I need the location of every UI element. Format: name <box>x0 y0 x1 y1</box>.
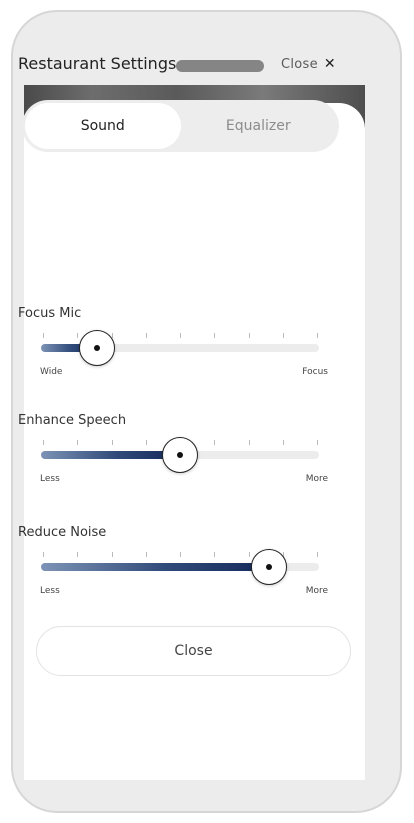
phone-speaker <box>176 60 264 72</box>
slider-max-label: Focus <box>302 367 328 377</box>
mode-segmented-control: Sound Equalizer <box>22 100 339 152</box>
slider-tick <box>111 552 113 557</box>
slider-tick <box>180 333 181 338</box>
slider-tick <box>145 333 147 338</box>
slider-label: Reduce Noise <box>18 525 107 540</box>
slider-tick <box>214 552 216 557</box>
slider-tick <box>43 552 44 557</box>
slider-thumb-dot <box>177 452 183 458</box>
slider-max-label: More <box>305 586 328 596</box>
slider-fill <box>41 563 269 571</box>
slider-tick <box>77 552 79 557</box>
slider-tick <box>214 333 216 338</box>
slider-tick <box>317 440 318 445</box>
slider-thumb-dot <box>265 564 272 570</box>
slider-tick <box>214 440 216 445</box>
slider-tick <box>317 552 318 557</box>
slider-tick <box>111 440 113 445</box>
slider-min-label: Less <box>40 586 60 596</box>
slider-thumb-dot <box>93 345 100 351</box>
slider-max-label: More <box>305 474 328 484</box>
slider-tick <box>282 440 284 445</box>
close-top-button[interactable]: Close ✕ <box>281 56 336 72</box>
slider-thumb[interactable] <box>250 549 287 585</box>
slider-tick <box>145 440 147 445</box>
slider-tick <box>43 333 44 338</box>
tab-equalizer[interactable]: Equalizer <box>181 103 337 149</box>
slider-thumb[interactable] <box>78 330 115 366</box>
slider-enhance-speech: Enhance Speech Less More <box>18 413 328 513</box>
slider-tick <box>43 440 44 445</box>
slider-tick <box>282 333 284 338</box>
slider-reduce-noise: Reduce Noise Less More <box>18 525 328 625</box>
close-icon: ✕ <box>323 56 336 72</box>
slider-tick <box>317 333 318 338</box>
slider-thumb[interactable] <box>162 437 198 473</box>
slider-min-label: Less <box>40 474 60 484</box>
tab-sound[interactable]: Sound <box>25 103 181 149</box>
slider-label: Focus Mic <box>18 306 82 321</box>
page-title: Restaurant Settings <box>18 54 177 73</box>
close-bottom-button[interactable]: Close <box>36 626 351 676</box>
slider-fill <box>41 451 180 459</box>
slider-focus-mic: Focus Mic Wide Focus <box>18 306 328 406</box>
slider-tick <box>77 333 79 338</box>
slider-tick <box>180 552 181 557</box>
slider-tick <box>248 440 250 445</box>
slider-label: Enhance Speech <box>18 413 127 428</box>
slider-tick <box>248 333 250 338</box>
slider-tick <box>248 552 250 557</box>
slider-tick <box>77 440 79 445</box>
close-top-label: Close <box>281 56 318 72</box>
slider-min-label: Wide <box>40 367 63 377</box>
slider-tick <box>145 552 147 557</box>
